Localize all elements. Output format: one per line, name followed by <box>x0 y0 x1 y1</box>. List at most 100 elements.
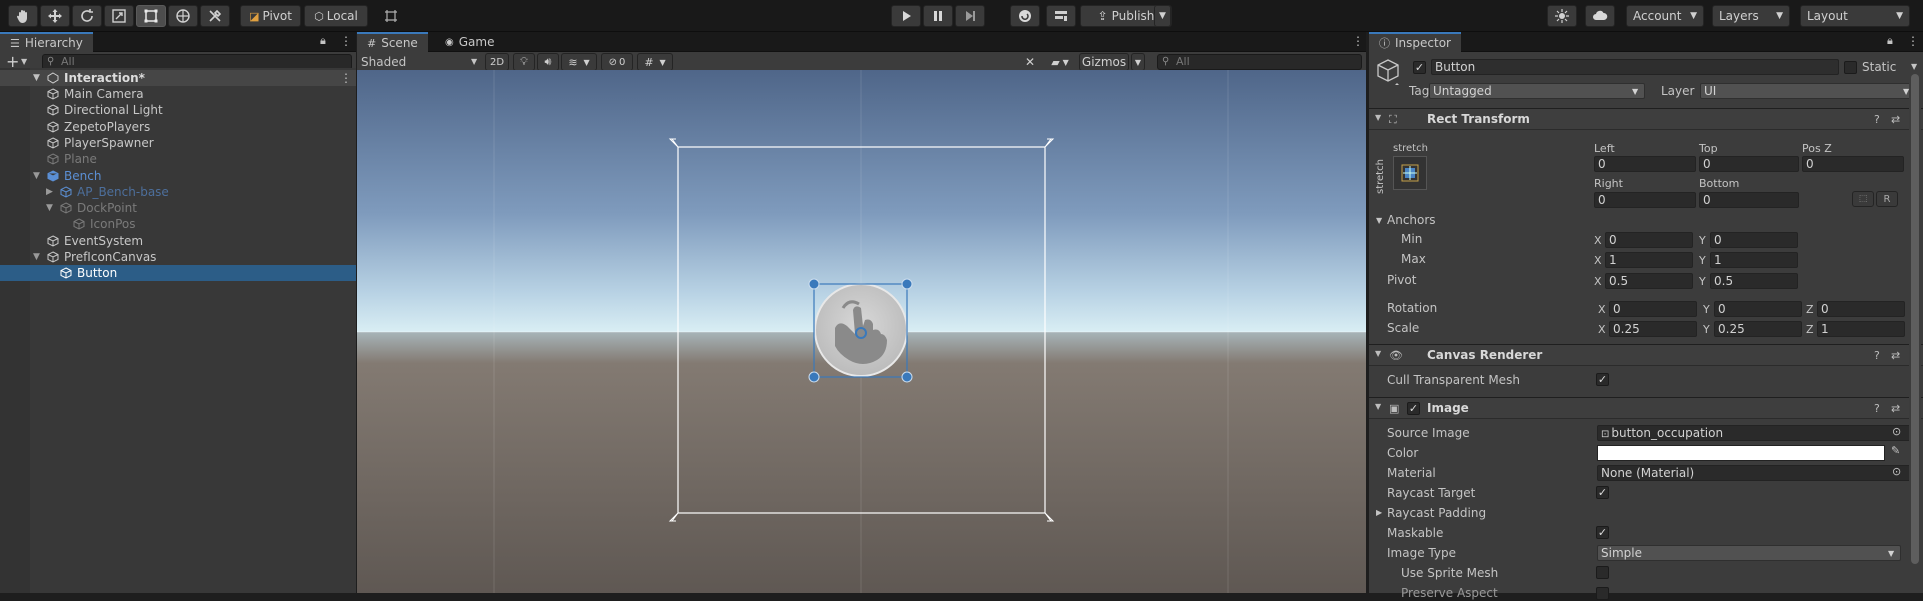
cloud-icon[interactable] <box>1585 5 1615 27</box>
play-button[interactable] <box>891 5 921 27</box>
rotation-z-field[interactable]: 0 <box>1817 301 1905 317</box>
scale-tool-icon[interactable] <box>104 5 134 27</box>
scale-y-field[interactable]: 0.25 <box>1714 321 1802 337</box>
posz-field[interactable]: 0 <box>1802 156 1904 172</box>
rect-tool-icon[interactable] <box>136 5 166 27</box>
pivot-y-field[interactable]: 0.5 <box>1710 273 1798 289</box>
pivot-toggle-button[interactable]: ◪ Pivot <box>240 5 301 27</box>
hierarchy-item[interactable]: Main Camera <box>0 86 356 102</box>
preserve-aspect-checkbox[interactable] <box>1596 587 1609 600</box>
anchor-max-y-field[interactable]: 1 <box>1710 252 1798 268</box>
expand-arrow-icon[interactable]: ▼ <box>33 70 40 86</box>
account-dropdown[interactable]: Account ▼ <box>1626 5 1704 27</box>
tab-hierarchy[interactable]: ☰ Hierarchy <box>0 32 93 52</box>
transform-tool-icon[interactable] <box>168 5 198 27</box>
scene-menu-icon[interactable]: ⋮ <box>340 70 352 86</box>
publish-dropdown-arrow-icon[interactable]: ▼ <box>1154 5 1171 27</box>
move-tool-icon[interactable] <box>40 5 70 27</box>
hierarchy-item[interactable]: IconPos <box>0 216 356 232</box>
source-image-field[interactable]: ⊡ button_occupation <box>1597 425 1913 441</box>
grid-dropdown[interactable]: # ▼ <box>637 53 673 71</box>
inspector-scrollbar[interactable] <box>1909 72 1921 593</box>
image-header[interactable]: ▼ ▣ ✓ Image ? ⇄ ⋮ <box>1369 397 1923 419</box>
anchor-max-x-field[interactable]: 1 <box>1605 252 1693 268</box>
left-field[interactable]: 0 <box>1594 156 1696 172</box>
use-sprite-mesh-checkbox[interactable] <box>1596 566 1609 579</box>
foldout-arrow-icon[interactable]: ▼ <box>1375 402 1381 411</box>
rotation-y-field[interactable]: 0 <box>1714 301 1802 317</box>
help-icon[interactable]: ? <box>1874 402 1880 415</box>
cull-transparent-mesh-checkbox[interactable]: ✓ <box>1596 373 1609 386</box>
preset-icon[interactable]: ⇄ <box>1891 349 1900 362</box>
lock-icon[interactable]: 🔒︎ <box>320 34 326 48</box>
scene-row[interactable]: ▼ Interaction* ⋮ <box>0 70 356 86</box>
tab-inspector[interactable]: ⓘ Inspector <box>1369 32 1461 52</box>
tab-game[interactable]: ◉ Game <box>435 32 504 52</box>
hand-tool-icon[interactable] <box>8 5 38 27</box>
scrollbar-thumb[interactable] <box>1911 74 1919 564</box>
object-name-field[interactable]: Button <box>1431 59 1839 75</box>
hierarchy-item[interactable]: ▶ AP_Bench-base <box>0 184 356 200</box>
grid-snap-icon[interactable] <box>376 5 406 27</box>
material-field[interactable]: None (Material) <box>1597 465 1913 481</box>
scale-x-field[interactable]: 0.25 <box>1609 321 1697 337</box>
hierarchy-item[interactable]: Directional Light <box>0 102 356 118</box>
more-options-icon[interactable]: ⋮ <box>1907 34 1919 48</box>
eyedropper-icon[interactable]: ✎ <box>1891 444 1900 457</box>
gizmos-dropdown-arrow-icon[interactable]: ▼ <box>1131 53 1145 71</box>
camera-dropdown[interactable]: ▰ ▼ <box>1043 53 1077 71</box>
image-type-dropdown[interactable]: Simple ▼ <box>1597 545 1901 561</box>
hierarchy-item[interactable]: Plane <box>0 151 356 167</box>
hierarchy-item[interactable]: ▼ PrefIconCanvas <box>0 249 356 265</box>
hierarchy-item[interactable]: PlayerSpawner <box>0 135 356 151</box>
rotation-x-field[interactable]: 0 <box>1609 301 1697 317</box>
anchor-min-y-field[interactable]: 0 <box>1710 232 1798 248</box>
scale-z-field[interactable]: 1 <box>1817 321 1905 337</box>
layers-dropdown[interactable]: Layers ▼ <box>1712 5 1790 27</box>
expand-arrow-icon[interactable]: ▼ <box>33 168 40 184</box>
layer-dropdown[interactable]: UI ▼ <box>1700 83 1916 99</box>
layout-dropdown[interactable]: Layout ▼ <box>1800 5 1910 27</box>
expand-arrow-icon[interactable]: ▼ <box>46 200 53 216</box>
raw-edit-button[interactable]: R <box>1876 191 1898 207</box>
gizmos-button[interactable]: Gizmos <box>1079 53 1129 71</box>
color-swatch[interactable] <box>1597 445 1885 461</box>
pause-button[interactable] <box>923 5 953 27</box>
hierarchy-item[interactable]: EventSystem <box>0 233 356 249</box>
hierarchy-item[interactable]: ▼ Bench <box>0 168 356 184</box>
help-icon[interactable]: ? <box>1874 349 1880 362</box>
chevron-down-icon[interactable]: ▼ <box>21 57 27 66</box>
2d-toggle-button[interactable]: 2D <box>485 53 509 71</box>
light-bulb-icon[interactable]: 💡︎ <box>513 53 535 71</box>
refresh-icon[interactable] <box>1010 5 1040 27</box>
pivot-x-field[interactable]: 0.5 <box>1605 273 1693 289</box>
scene-canvas[interactable] <box>357 70 1366 593</box>
chevron-down-icon[interactable]: ▼ <box>1911 62 1917 71</box>
audio-icon[interactable]: 🔊︎ <box>537 53 559 71</box>
active-checkbox[interactable]: ✓ <box>1413 61 1426 74</box>
rotate-tool-icon[interactable] <box>72 5 102 27</box>
object-picker-icon[interactable]: ⊙ <box>1892 425 1901 438</box>
tab-scene[interactable]: # Scene <box>357 32 428 52</box>
hierarchy-item[interactable]: ZepetoPlayers <box>0 119 356 135</box>
step-button[interactable] <box>955 5 985 27</box>
hierarchy-item[interactable]: Button <box>0 265 356 282</box>
expand-arrow-icon[interactable]: ▶ <box>46 184 53 200</box>
anchor-min-x-field[interactable]: 0 <box>1605 232 1693 248</box>
preset-icon[interactable]: ⇄ <box>1891 113 1900 126</box>
scene-search-input[interactable]: ⚲ All <box>1157 54 1362 70</box>
shading-mode-dropdown[interactable]: Shaded ▼ <box>361 53 483 71</box>
local-toggle-button[interactable]: ⬡ Local <box>304 5 368 27</box>
resize-handle[interactable] <box>808 278 820 290</box>
effects-dropdown[interactable]: ≋ ▼ <box>561 53 597 71</box>
right-field[interactable]: 0 <box>1594 192 1696 208</box>
tools-icon[interactable]: ✕ <box>1019 53 1041 71</box>
maskable-checkbox[interactable]: ✓ <box>1596 526 1609 539</box>
resize-handle[interactable] <box>901 371 913 383</box>
foldout-arrow-icon[interactable]: ▼ <box>1376 216 1382 225</box>
static-checkbox[interactable] <box>1844 61 1857 74</box>
hidden-objects-toggle[interactable]: ⊘ 0 <box>601 53 633 71</box>
blueprint-mode-button[interactable]: ⬚ <box>1852 191 1874 207</box>
expand-arrow-icon[interactable]: ▼ <box>33 249 40 265</box>
resize-handle[interactable] <box>901 278 913 290</box>
